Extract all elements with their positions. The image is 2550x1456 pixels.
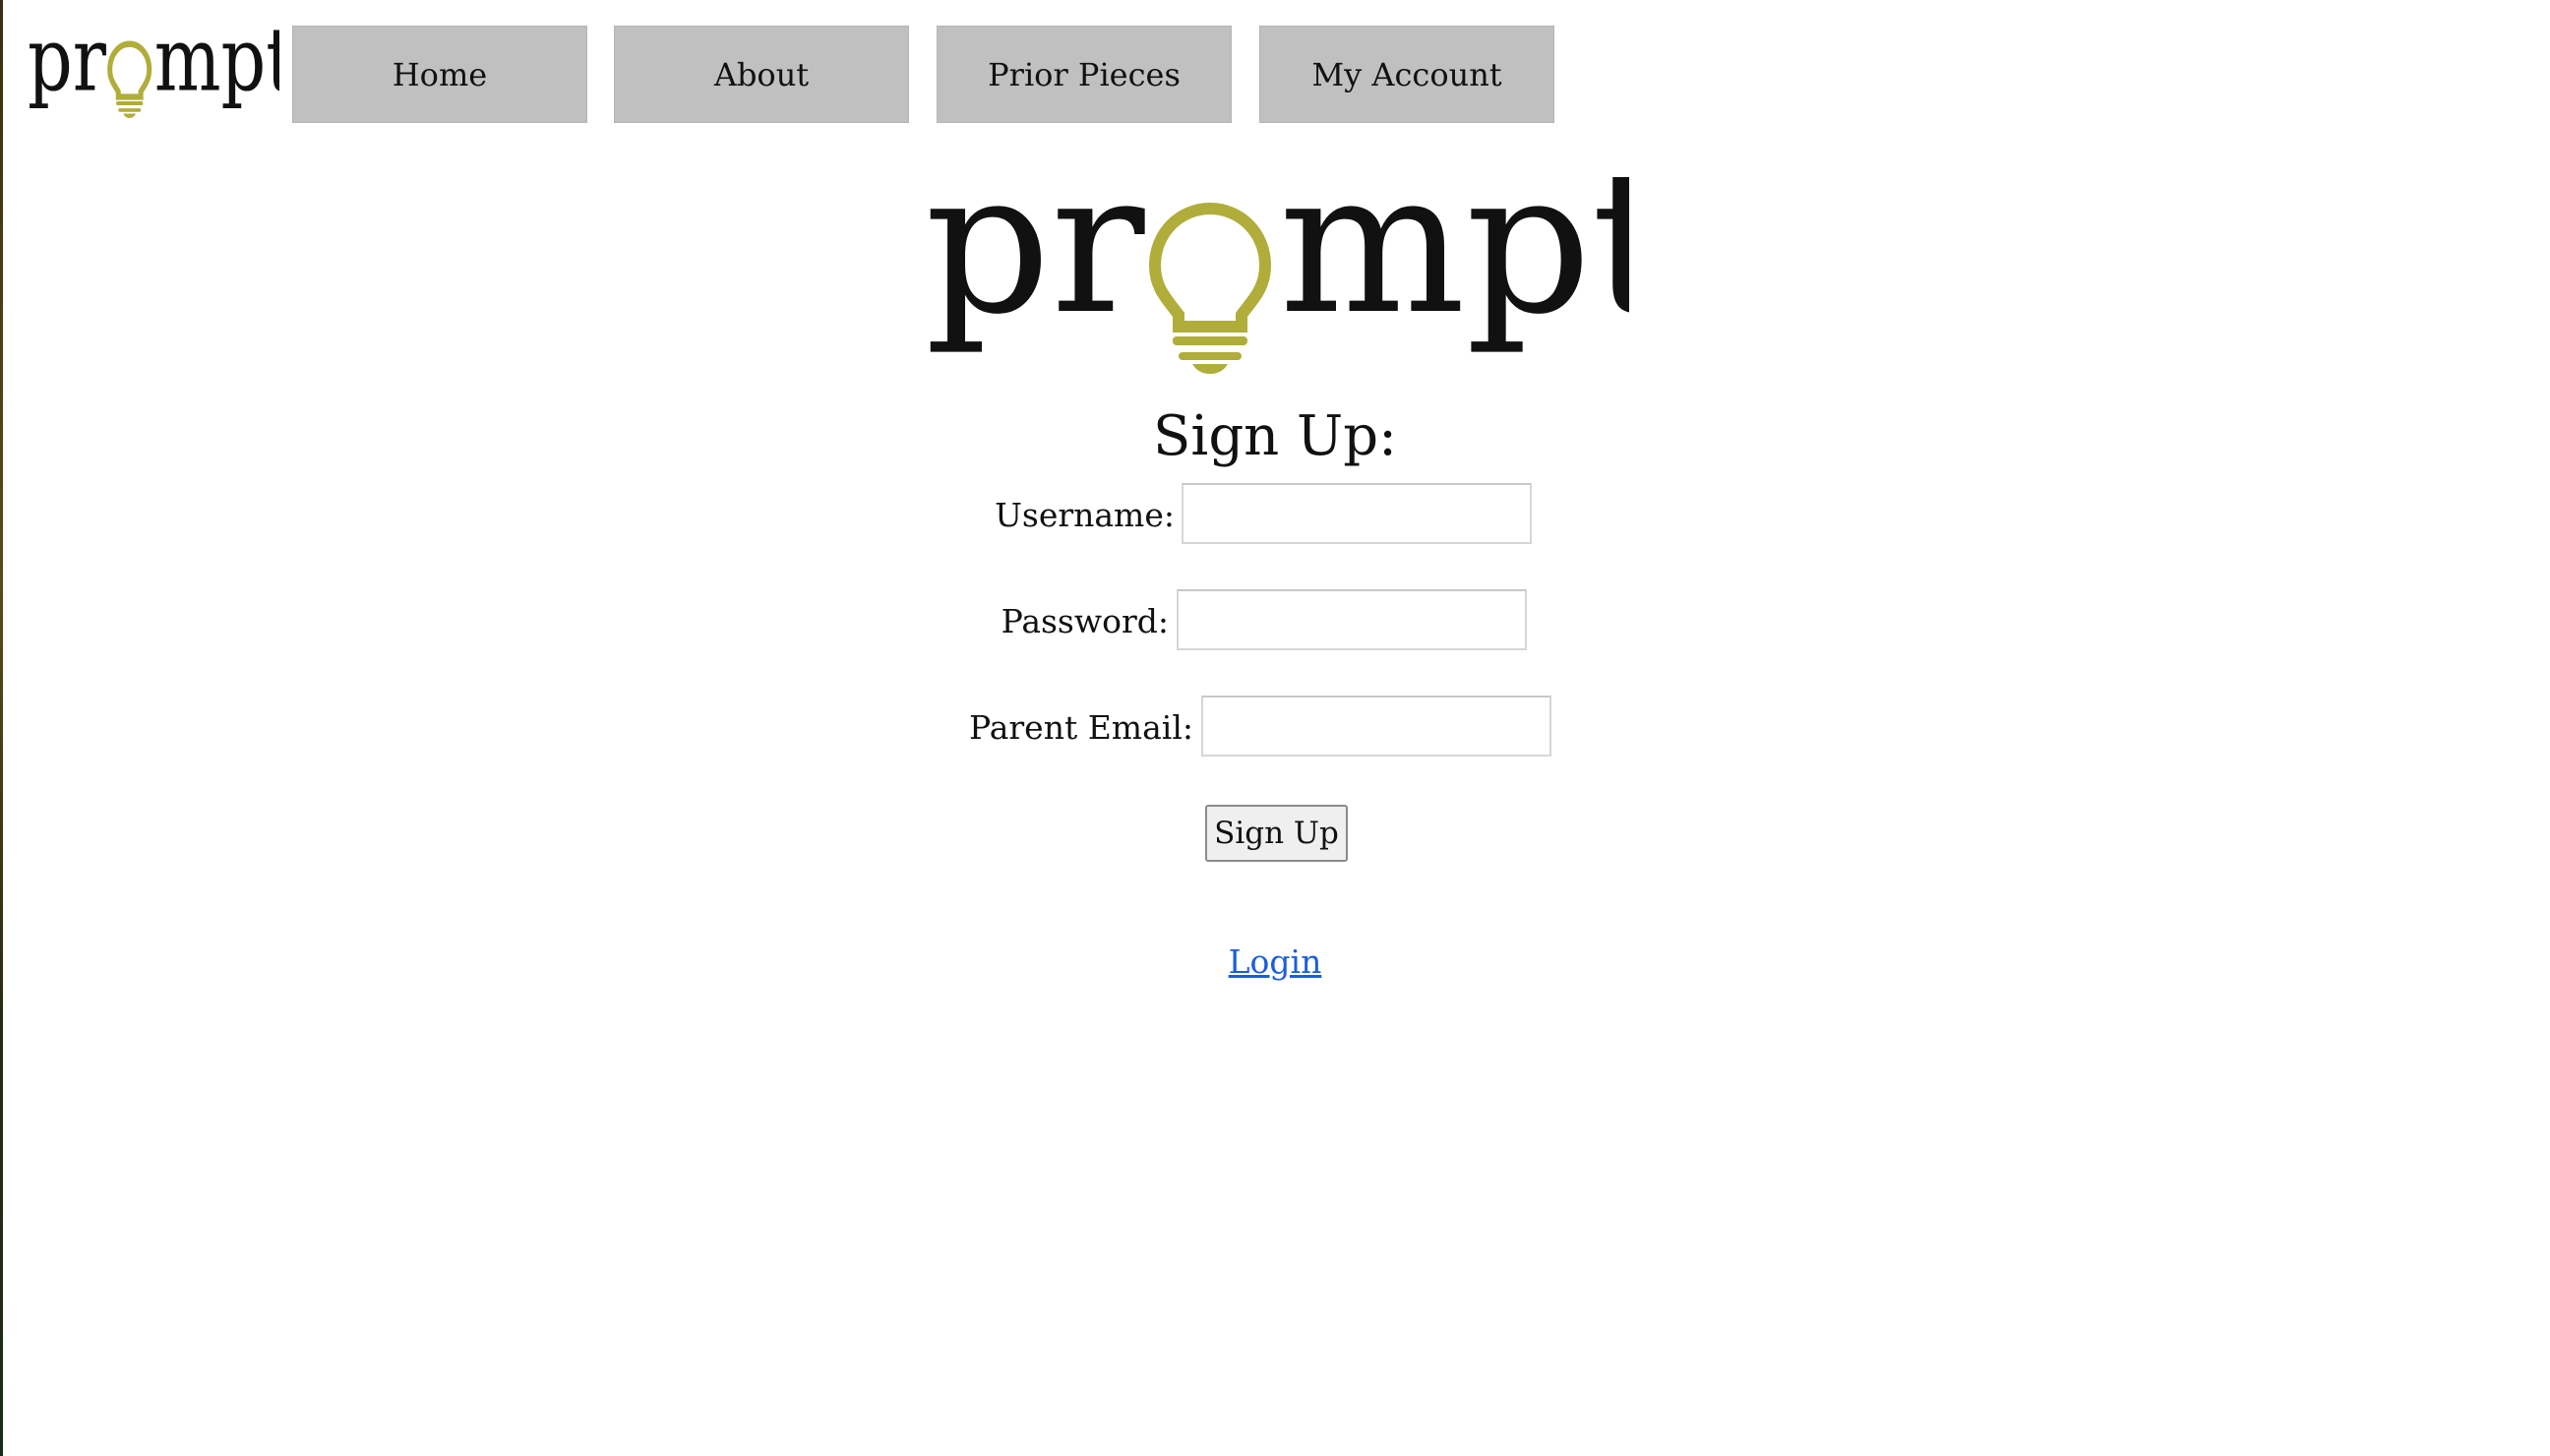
parent-email-input[interactable]	[1201, 696, 1551, 757]
top-navigation: pr mptl Home About Prior Pieces My Accou…	[0, 0, 2550, 138]
nav-home-label: Home	[392, 55, 488, 93]
main-logo-text-pr: pr	[925, 146, 1145, 358]
nav-about-button[interactable]: About	[614, 26, 909, 123]
password-input[interactable]	[1177, 589, 1527, 650]
username-label: Username:	[995, 496, 1175, 534]
username-input[interactable]	[1182, 483, 1532, 544]
nav-prior-pieces-button[interactable]: Prior Pieces	[937, 26, 1232, 123]
main-logo: pr mptl	[925, 146, 1629, 374]
nav-my-account-button[interactable]: My Account	[1259, 26, 1554, 123]
lightbulb-icon	[1148, 202, 1272, 374]
login-link[interactable]: Login	[1229, 942, 1322, 981]
nav-about-label: About	[713, 55, 810, 93]
password-label: Password:	[1001, 602, 1169, 640]
page-title: Sign Up:	[1153, 404, 1397, 468]
window-edge	[0, 0, 3, 1456]
signup-submit-button[interactable]: Sign Up	[1205, 805, 1348, 862]
nav-logo[interactable]: pr mptl	[28, 16, 279, 118]
nav-prior-pieces-label: Prior Pieces	[988, 55, 1181, 93]
logo-text-pr: pr	[28, 16, 106, 111]
lightbulb-icon	[107, 40, 152, 118]
parent-email-label: Parent Email:	[969, 708, 1193, 747]
main-logo-text-mptl: mptl	[1279, 146, 1629, 358]
nav-my-account-label: My Account	[1311, 55, 1502, 93]
login-link-container: Login	[0, 939, 2550, 986]
nav-home-button[interactable]: Home	[292, 26, 587, 123]
logo-text-mptl: mptl	[154, 16, 279, 111]
